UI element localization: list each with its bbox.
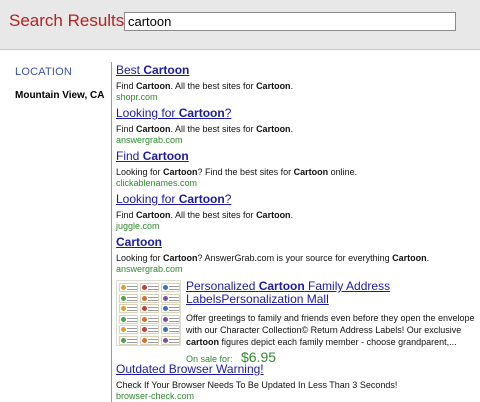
description-text: ? AnswerGrab.com is your source for ever… bbox=[197, 253, 393, 263]
address-label-tile bbox=[140, 325, 159, 334]
keyword-highlight: Cartoon bbox=[256, 124, 291, 134]
address-label-tile bbox=[140, 304, 159, 313]
keyword-highlight: Cartoon bbox=[163, 167, 198, 177]
result-description: Looking for Cartoon? Find the best sites… bbox=[116, 166, 476, 178]
title-keyword: Cartoon bbox=[116, 235, 162, 249]
description-text: online. bbox=[328, 167, 358, 177]
description-text: . All the best sites for bbox=[170, 81, 257, 91]
title-text: Looking for bbox=[116, 106, 179, 120]
address-label-tile bbox=[161, 314, 180, 324]
title-text: ? bbox=[224, 106, 232, 120]
result-title-link[interactable]: Looking for Cartoon? bbox=[116, 106, 476, 120]
result-description: Find Cartoon. All the best sites for Car… bbox=[116, 80, 476, 92]
keyword-highlight: cartoon bbox=[186, 337, 220, 347]
title-text: Looking for bbox=[116, 192, 179, 206]
result-title-link[interactable]: Cartoon bbox=[116, 235, 476, 249]
description-text: Find bbox=[116, 124, 137, 134]
keyword-highlight: Cartoon bbox=[256, 81, 291, 91]
address-label-tile bbox=[161, 283, 180, 292]
ad-description: Offer greetings to family and friends ev… bbox=[186, 312, 476, 348]
sponsored-ad: Personalized Cartoon Family Address Labe… bbox=[116, 280, 476, 365]
description-text: Offer greetings to family and friends ev… bbox=[186, 313, 475, 335]
result-title-link[interactable]: Looking for Cartoon? bbox=[116, 192, 476, 206]
result-item: Best Cartoon Find Cartoon. All the best s… bbox=[116, 63, 476, 103]
address-label-tile bbox=[119, 335, 138, 345]
result-url[interactable]: answergrab.com bbox=[116, 264, 476, 275]
result-url[interactable]: answergrab.com bbox=[116, 135, 476, 146]
result-url[interactable]: clickablenames.com bbox=[116, 178, 476, 189]
address-labels-product-image[interactable] bbox=[116, 280, 181, 346]
address-label-tile bbox=[161, 304, 180, 313]
result-description: Find Cartoon. All the best sites for Car… bbox=[116, 209, 476, 221]
result-url[interactable]: shopr.com bbox=[116, 92, 476, 103]
ad-title-pre: Personalized bbox=[186, 279, 259, 293]
keyword-highlight: Cartoon bbox=[163, 253, 198, 263]
keyword-highlight: Cartoon bbox=[293, 167, 329, 177]
address-label-tile bbox=[140, 314, 159, 324]
description-text: . bbox=[290, 81, 294, 91]
result-item: Cartoon Looking for Cartoon? AnswerGrab.c… bbox=[116, 235, 476, 275]
address-label-tile bbox=[119, 283, 138, 292]
address-label-tile bbox=[140, 283, 159, 292]
keyword-highlight: Cartoon bbox=[256, 210, 291, 220]
address-label-tile bbox=[161, 325, 180, 334]
address-label-tile bbox=[119, 293, 138, 303]
keyword-highlight: Cartoon bbox=[136, 124, 171, 134]
result-description: Find Cartoon. All the best sites for Car… bbox=[116, 123, 476, 135]
address-label-tile bbox=[119, 304, 138, 313]
description-text: . bbox=[290, 124, 294, 134]
result-title-link[interactable]: Best Cartoon bbox=[116, 63, 476, 77]
description-text: . bbox=[290, 210, 294, 220]
address-label-tile bbox=[119, 314, 138, 324]
description-text: Looking for bbox=[116, 253, 164, 263]
keyword-highlight: Cartoon bbox=[392, 253, 427, 263]
description-text: Find bbox=[116, 210, 137, 220]
description-text: figures depict each family member - choo… bbox=[219, 337, 457, 347]
sidebar: LOCATION Mountain View, CA bbox=[15, 66, 110, 101]
description-text: ? Find the best sites for bbox=[197, 167, 294, 177]
location-value: Mountain View, CA bbox=[15, 90, 105, 101]
address-label-tile bbox=[161, 293, 180, 303]
keyword-highlight: Cartoon bbox=[136, 81, 171, 91]
title-keyword: Cartoon bbox=[178, 192, 225, 206]
description-text: . All the best sites for bbox=[170, 124, 257, 134]
title-text: ? bbox=[224, 192, 232, 206]
result-url[interactable]: juggle.com bbox=[116, 221, 476, 232]
ad-title-keyword: Cartoon bbox=[258, 279, 305, 293]
description-text: Looking for bbox=[116, 167, 164, 177]
sidebar-divider bbox=[111, 62, 112, 402]
address-label-tile bbox=[140, 335, 159, 345]
title-text: Best bbox=[116, 63, 144, 77]
title-keyword: Cartoon bbox=[178, 106, 225, 120]
result-item: Find Cartoon Looking for Cartoon? Find th… bbox=[116, 149, 476, 189]
result-description: Looking for Cartoon? AnswerGrab.com is y… bbox=[116, 252, 476, 264]
ad-text: Personalized Cartoon Family Address Labe… bbox=[186, 280, 476, 367]
result-item: Looking for Cartoon? Find Cartoon. All th… bbox=[116, 106, 476, 146]
description-text: . All the best sites for bbox=[170, 210, 257, 220]
address-label-tile bbox=[161, 335, 180, 345]
address-label-tile bbox=[140, 293, 159, 303]
result-title-link[interactable]: Find Cartoon bbox=[116, 149, 476, 163]
location-title: LOCATION bbox=[15, 66, 73, 78]
result-item: Looking for Cartoon? Find Cartoon. All th… bbox=[116, 192, 476, 232]
description-text: . bbox=[426, 253, 430, 263]
ad-title-link[interactable]: Personalized Cartoon Family Address Labe… bbox=[186, 280, 476, 306]
search-header: Search Results for: bbox=[0, 0, 480, 50]
result-item: Outdated Browser Warning! Check If Your … bbox=[116, 362, 476, 402]
title-keyword: Cartoon bbox=[143, 63, 190, 77]
address-label-tile bbox=[119, 325, 138, 334]
title-text: Find bbox=[116, 149, 143, 163]
title-keyword: Cartoon bbox=[142, 149, 189, 163]
description-text: Find bbox=[116, 81, 137, 91]
keyword-highlight: Cartoon bbox=[136, 210, 171, 220]
result-title-link[interactable]: Outdated Browser Warning! bbox=[116, 362, 476, 376]
result-description: Check If Your Browser Needs To Be Update… bbox=[116, 380, 398, 390]
result-url[interactable]: browser-check.com bbox=[116, 391, 476, 402]
search-input[interactable] bbox=[124, 12, 456, 31]
